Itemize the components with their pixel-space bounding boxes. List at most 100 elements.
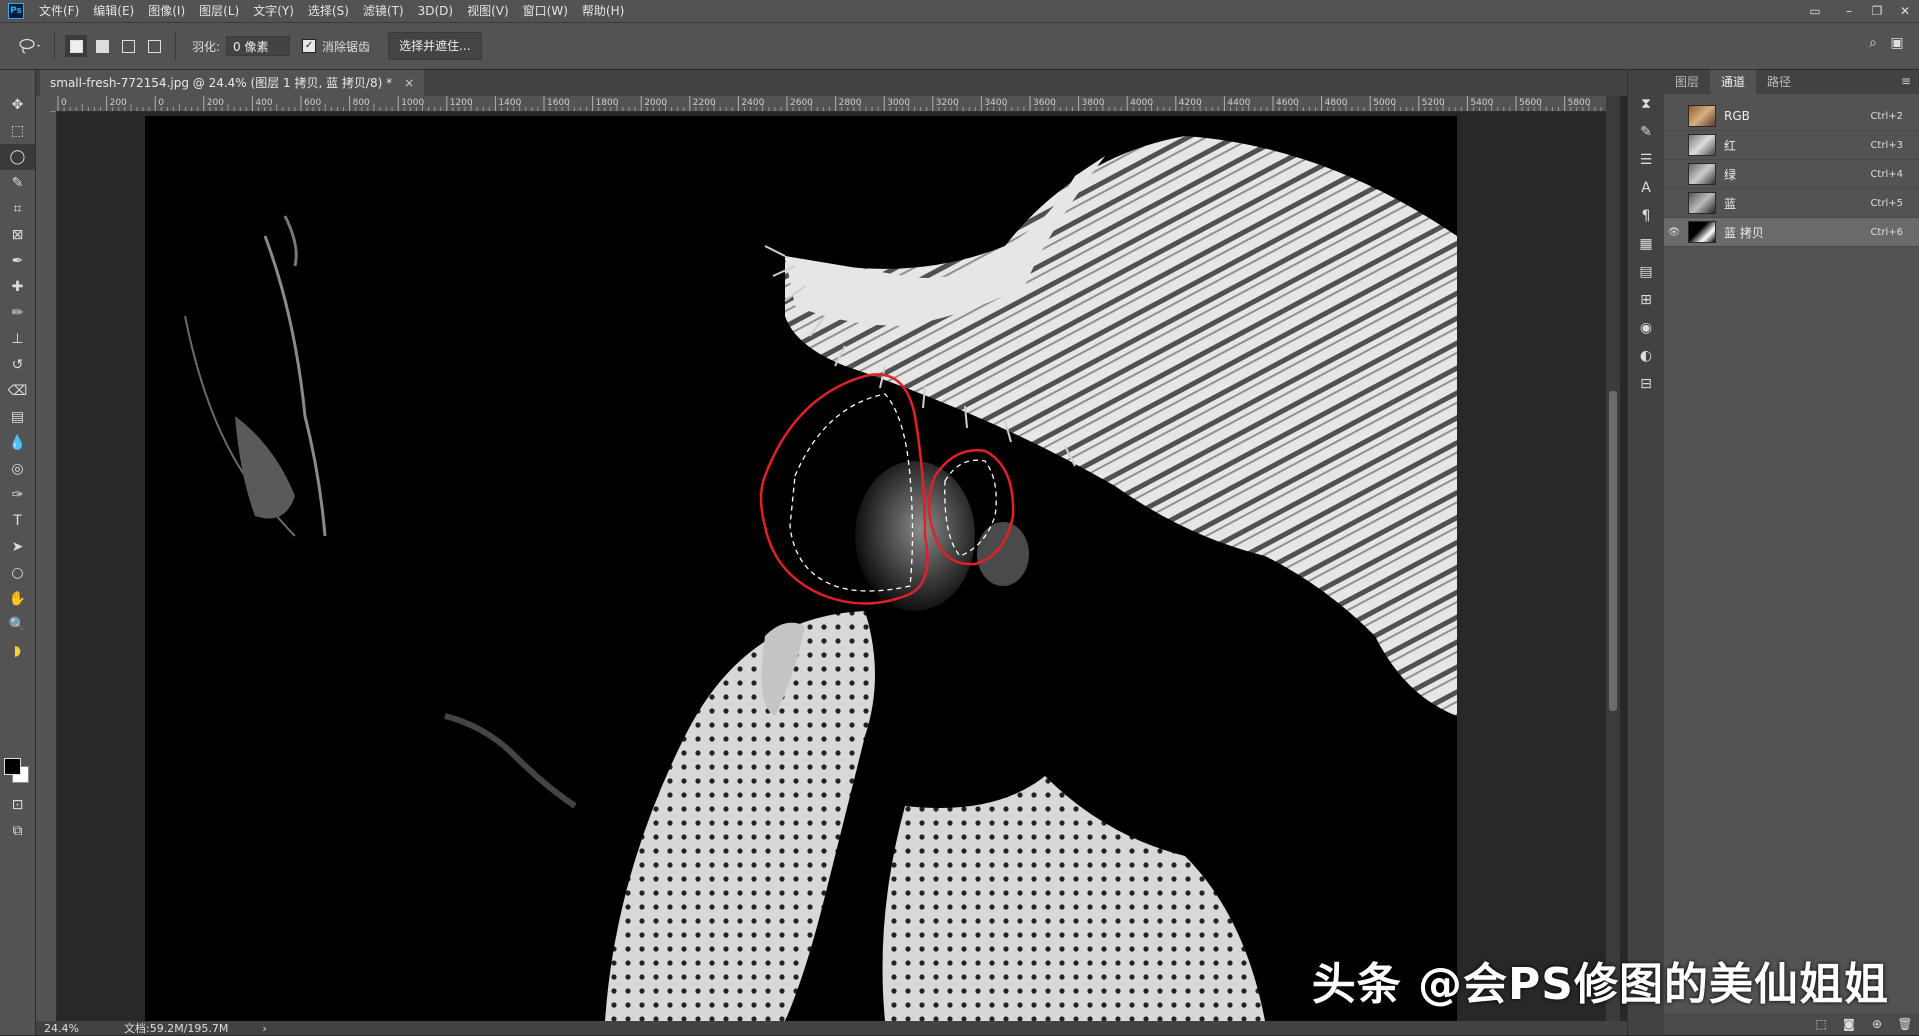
- tab-paths[interactable]: 路径: [1756, 70, 1802, 94]
- ruler-tick-label: 2800: [839, 98, 862, 108]
- panel-menu-icon[interactable]: ≡: [1901, 74, 1911, 88]
- channel-row-rgb[interactable]: RGB Ctrl+2: [1664, 102, 1919, 131]
- adjust-icon[interactable]: ☰: [1628, 146, 1664, 174]
- antialias-label: 消除锯齿: [322, 39, 371, 54]
- menu-select[interactable]: 选择(S): [301, 0, 356, 22]
- history-icon[interactable]: ⧗: [1628, 90, 1664, 118]
- search-icon[interactable]: ⌕: [1861, 35, 1885, 51]
- delete-channel-icon[interactable]: 🗑: [1891, 1017, 1919, 1031]
- lasso-tool-preset-icon[interactable]: [14, 32, 46, 60]
- workspace-icon[interactable]: ▭: [1795, 4, 1835, 18]
- vertical-scrollbar[interactable]: [1606, 96, 1620, 1021]
- minimize-icon[interactable]: –: [1835, 4, 1863, 18]
- menu-view[interactable]: 视图(V): [460, 0, 516, 22]
- tab-layers[interactable]: 图层: [1664, 70, 1710, 94]
- subtract-selection-icon[interactable]: [117, 35, 139, 57]
- panel-footer: ⬚ ◙ ⊕ 🗑: [1664, 1013, 1919, 1035]
- pen-tool-icon[interactable]: ✑: [0, 482, 35, 508]
- menu-3d[interactable]: 3D(D): [411, 0, 460, 22]
- channel-shortcut: Ctrl+6: [1870, 226, 1903, 238]
- menu-file[interactable]: 文件(F): [32, 0, 86, 22]
- history-brush-tool-icon[interactable]: ↺: [0, 352, 35, 378]
- stamp-tool-icon[interactable]: ⊥: [0, 326, 35, 352]
- properties-icon[interactable]: ⊟: [1628, 370, 1664, 398]
- zoom-tool-icon[interactable]: 🔍: [0, 612, 35, 638]
- channel-row-green[interactable]: 绿 Ctrl+4: [1664, 160, 1919, 189]
- menu-image[interactable]: 图像(I): [141, 0, 192, 22]
- adjustments-icon[interactable]: ◐: [1628, 342, 1664, 370]
- channel-row-blue-copy[interactable]: 👁 蓝 拷贝 Ctrl+6: [1664, 218, 1919, 247]
- menu-layer[interactable]: 图层(L): [192, 0, 246, 22]
- blur-tool-icon[interactable]: 💧: [0, 430, 35, 456]
- canvas-area[interactable]: [57, 112, 1611, 1021]
- library-icon[interactable]: ▦: [1628, 230, 1664, 258]
- table-icon[interactable]: ⊞: [1628, 286, 1664, 314]
- restore-icon[interactable]: ❐: [1863, 4, 1891, 18]
- add-selection-icon[interactable]: [91, 35, 113, 57]
- lasso-tool-icon[interactable]: ◯: [0, 144, 35, 170]
- status-menu-arrow[interactable]: ›: [262, 1022, 266, 1035]
- zoom-level[interactable]: 24.4%: [44, 1022, 104, 1035]
- document-tab[interactable]: small-fresh-772154.jpg @ 24.4% (图层 1 拷贝,…: [40, 70, 425, 96]
- crop-tool-icon[interactable]: ⌗: [0, 196, 35, 222]
- document-title: small-fresh-772154.jpg @ 24.4% (图层 1 拷贝,…: [50, 76, 393, 90]
- hand-tool-icon[interactable]: ✋: [0, 586, 35, 612]
- eye-icon[interactable]: 👁: [1664, 227, 1684, 238]
- dodge-tool-icon[interactable]: ◎: [0, 456, 35, 482]
- channel-name: 蓝 拷贝: [1724, 225, 1764, 240]
- quick-mask-icon[interactable]: ⊡: [0, 792, 35, 818]
- marquee-tool-icon[interactable]: ⬚: [0, 118, 35, 144]
- path-select-tool-icon[interactable]: ➤: [0, 534, 35, 560]
- character-icon[interactable]: A: [1628, 174, 1664, 202]
- brush-tool-icon[interactable]: ✏: [0, 300, 35, 326]
- menu-window[interactable]: 窗口(W): [516, 0, 575, 22]
- select-and-mask-button[interactable]: 选择并遮住...: [388, 32, 482, 60]
- healing-brush-tool-icon[interactable]: ✚: [0, 274, 35, 300]
- save-selection-icon[interactable]: ◙: [1835, 1017, 1863, 1031]
- vertical-scroll-thumb[interactable]: [1609, 391, 1617, 711]
- channel-name: 绿: [1724, 167, 1737, 182]
- ruler-tick-label: 1800: [596, 98, 619, 108]
- move-tool-icon[interactable]: ✥: [0, 92, 35, 118]
- channel-thumbnail: [1688, 163, 1716, 185]
- color-icon[interactable]: ◉: [1628, 314, 1664, 342]
- eyedropper-tool-icon[interactable]: ✒: [0, 248, 35, 274]
- channel-row-blue[interactable]: 蓝 Ctrl+5: [1664, 189, 1919, 218]
- close-icon[interactable]: ✕: [1891, 4, 1919, 18]
- channel-row-red[interactable]: 红 Ctrl+3: [1664, 131, 1919, 160]
- menu-bar: Ps 文件(F) 编辑(E) 图像(I) 图层(L) 文字(Y) 选择(S) 滤…: [0, 0, 1919, 22]
- menu-edit[interactable]: 编辑(E): [86, 0, 141, 22]
- menu-type[interactable]: 文字(Y): [246, 0, 301, 22]
- document-image[interactable]: [145, 116, 1457, 1021]
- antialias-checkbox[interactable]: ✓: [302, 39, 317, 53]
- new-selection-icon[interactable]: [65, 35, 87, 57]
- notes-icon[interactable]: ▤: [1628, 258, 1664, 286]
- brush-settings-icon[interactable]: ✎: [1628, 118, 1664, 146]
- ruler-origin: [36, 96, 56, 111]
- ruler-tick-label: 3000: [887, 98, 910, 108]
- ellipse-tool-icon[interactable]: ○: [0, 560, 35, 586]
- new-channel-icon[interactable]: ⊕: [1863, 1017, 1891, 1031]
- banana-icon[interactable]: ◗: [0, 638, 35, 664]
- menu-help[interactable]: 帮助(H): [575, 0, 631, 22]
- quick-select-tool-icon[interactable]: ✎: [0, 170, 35, 196]
- screen-mode-icon[interactable]: ⧉: [0, 818, 35, 844]
- frame-tool-icon[interactable]: ⊠: [0, 222, 35, 248]
- channel-shortcut: Ctrl+2: [1870, 110, 1903, 122]
- type-tool-icon[interactable]: T: [0, 508, 35, 534]
- paragraph-icon[interactable]: ¶: [1628, 202, 1664, 230]
- channel-shortcut: Ctrl+3: [1870, 139, 1903, 151]
- load-selection-icon[interactable]: ⬚: [1807, 1017, 1835, 1031]
- eraser-tool-icon[interactable]: ⌫: [0, 378, 35, 404]
- intersect-selection-icon[interactable]: [143, 35, 165, 57]
- workspace-switcher-icon[interactable]: ▣: [1885, 35, 1909, 51]
- menu-filter[interactable]: 滤镜(T): [356, 0, 411, 22]
- gradient-tool-icon[interactable]: ▤: [0, 404, 35, 430]
- foreground-color-swatch[interactable]: [4, 758, 21, 775]
- channel-name: 蓝: [1724, 196, 1737, 211]
- ruler-tick-label: 2000: [644, 98, 667, 108]
- close-tab-icon[interactable]: ×: [404, 70, 414, 96]
- ruler-tick-label: 4000: [1130, 98, 1153, 108]
- feather-input[interactable]: 0 像素: [226, 36, 291, 56]
- tab-channels[interactable]: 通道: [1710, 70, 1757, 94]
